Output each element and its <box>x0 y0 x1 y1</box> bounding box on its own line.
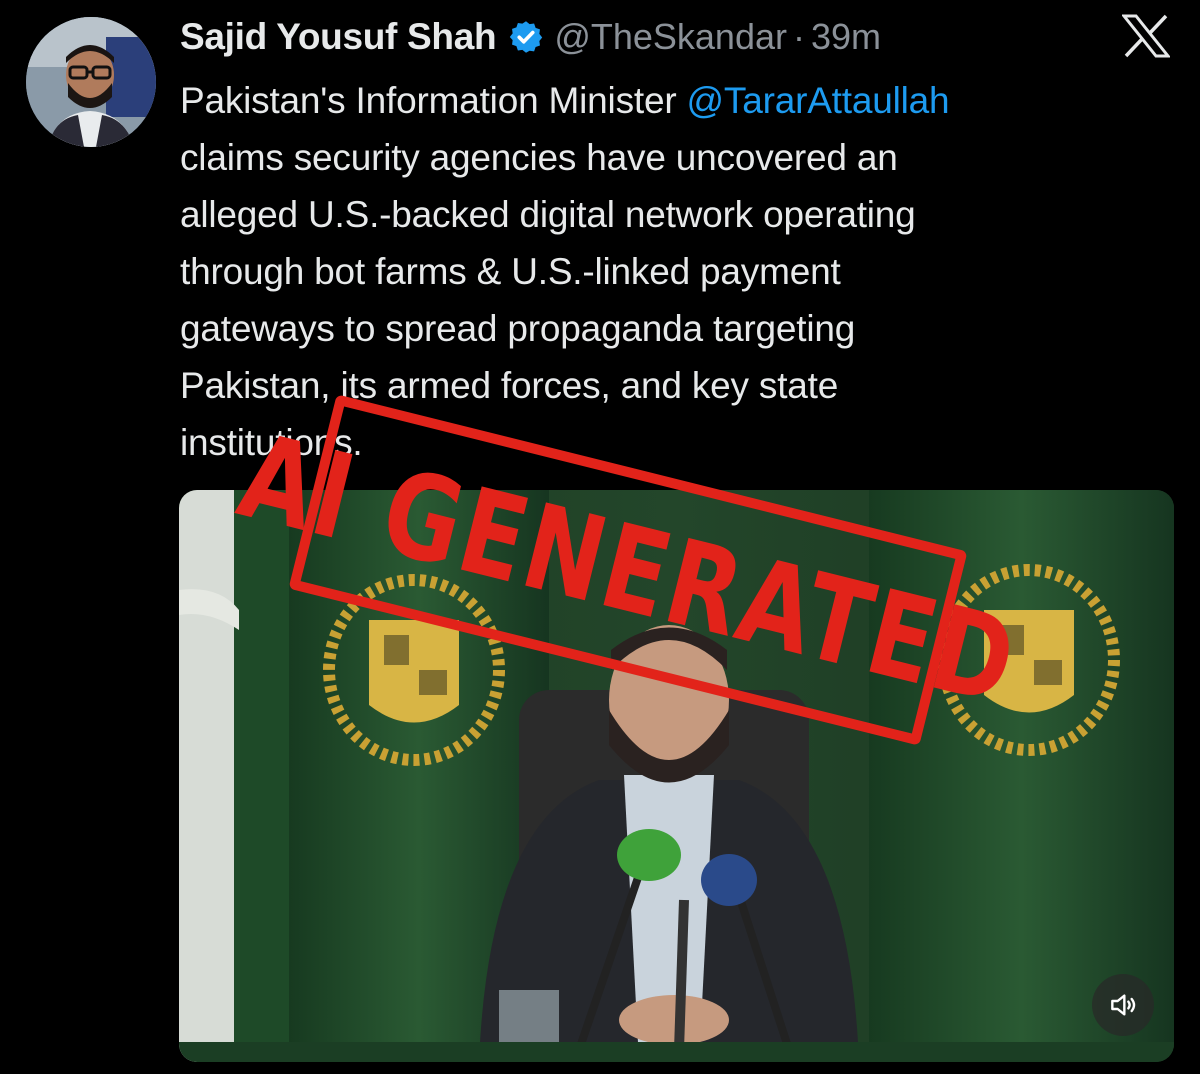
tweet-line-4: through bot farms & U.S.-linked payment <box>180 251 841 292</box>
avatar-image <box>26 17 156 147</box>
author-name[interactable]: Sajid Yousuf Shah <box>180 16 497 58</box>
verified-badge-icon <box>510 21 543 53</box>
tweet-header: Sajid Yousuf Shah @TheSkandar · 39m <box>180 12 881 62</box>
tweet-line-3: alleged U.S.-backed digital network oper… <box>180 194 916 235</box>
tweet-line-7: institutions. <box>180 422 363 463</box>
tweet-video[interactable] <box>179 490 1174 1062</box>
separator-dot: · <box>792 16 805 57</box>
video-frame-image <box>179 490 1174 1062</box>
tweet-text-segment: Pakistan's Information Minister <box>180 80 687 121</box>
tweet-text: Pakistan's Information Minister @TararAt… <box>180 72 1170 471</box>
x-logo-icon[interactable] <box>1122 14 1170 58</box>
tweet-line-2: claims security agencies have uncovered … <box>180 137 898 178</box>
tweet-line-1: Pakistan's Information Minister @TararAt… <box>180 72 1170 129</box>
author-handle[interactable]: @TheSkandar <box>554 16 787 58</box>
speaker-icon <box>1111 994 1136 1016</box>
tweet-line-5: gateways to spread propaganda targeting <box>180 308 856 349</box>
mute-toggle-button[interactable] <box>1092 974 1154 1036</box>
mention-link[interactable]: @TararAttaullah <box>687 80 950 121</box>
avatar[interactable] <box>26 17 156 147</box>
tweet-timestamp[interactable]: 39m <box>811 16 881 58</box>
tweet-line-6: Pakistan, its armed forces, and key stat… <box>180 365 839 406</box>
